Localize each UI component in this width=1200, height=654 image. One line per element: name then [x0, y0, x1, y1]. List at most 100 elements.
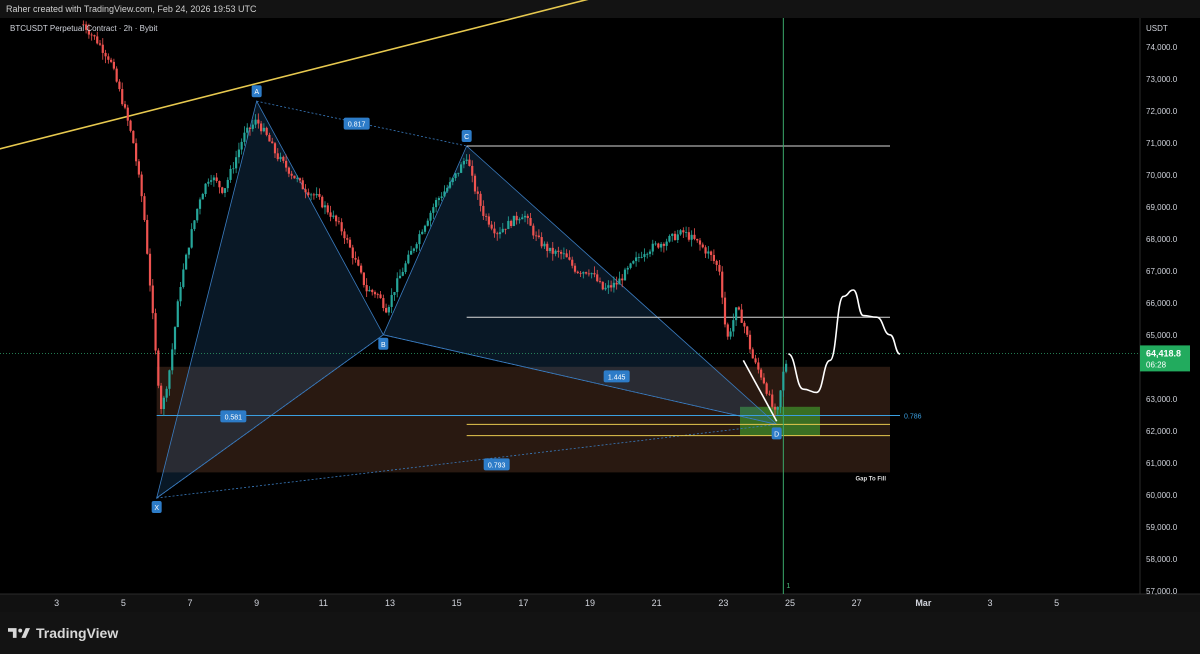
- time-tick-label: 3: [54, 598, 59, 608]
- candle-body: [507, 220, 510, 230]
- candle-body: [260, 123, 263, 132]
- candle-body: [229, 168, 232, 180]
- candle-body: [90, 34, 93, 36]
- time-axis[interactable]: Feb3579111315171921232527Mar35: [0, 598, 1059, 608]
- candle-body: [768, 393, 771, 395]
- candle-body: [448, 182, 452, 188]
- candle-body: [343, 231, 346, 239]
- time-tick-label: 17: [518, 598, 528, 608]
- candle-body: [704, 247, 707, 254]
- candle-body: [760, 369, 763, 378]
- candle-body: [235, 157, 238, 169]
- candle-body: [765, 383, 768, 394]
- candle-body: [646, 253, 649, 255]
- candle-body: [340, 222, 343, 232]
- candle-body: [551, 247, 554, 254]
- level-label: 0.786: [904, 413, 922, 420]
- candle-body: [237, 149, 240, 158]
- candle-body: [423, 225, 427, 232]
- candle-body: [696, 238, 699, 241]
- candle-body: [635, 257, 638, 262]
- candle-body: [190, 229, 193, 248]
- candle-body: [304, 189, 307, 193]
- ratio-label: 0.793: [488, 462, 506, 469]
- candle-body: [490, 224, 493, 229]
- candle-body: [157, 350, 160, 386]
- candle-body: [732, 320, 735, 332]
- candle-body: [740, 309, 743, 323]
- candle-body: [404, 263, 407, 272]
- candle-body: [151, 285, 154, 314]
- candle-body: [371, 289, 374, 293]
- candle-body: [718, 264, 721, 272]
- candle-body: [746, 326, 749, 335]
- bar-countdown-label: 06:28: [1146, 360, 1167, 369]
- candle-body: [587, 273, 590, 275]
- candle-body: [182, 269, 185, 288]
- candle-body: [607, 285, 610, 288]
- time-tick-label: 3: [987, 598, 992, 608]
- last-price-label: 64,418.8: [1146, 348, 1181, 358]
- time-tick-label: Mar: [915, 598, 932, 608]
- candle-body: [273, 143, 277, 154]
- candle-body: [110, 59, 113, 62]
- candle-body: [582, 272, 585, 274]
- time-tick-label: 27: [852, 598, 862, 608]
- candle-body: [460, 164, 463, 173]
- candle-body: [446, 187, 449, 192]
- price-tick-label: 73,000.0: [1146, 75, 1178, 84]
- candle-body: [785, 363, 788, 372]
- price-tick-label: 58,000.0: [1146, 555, 1178, 564]
- candle-body: [254, 119, 257, 125]
- candle-body: [362, 272, 365, 286]
- candle-body: [246, 127, 249, 133]
- candle-body: [329, 212, 332, 217]
- candle-body: [204, 183, 207, 195]
- candle-body: [723, 297, 727, 325]
- candle-body: [665, 241, 668, 246]
- candle-body: [443, 191, 446, 197]
- candle-body: [562, 253, 565, 255]
- candle-body: [504, 228, 507, 230]
- candle-body: [715, 260, 718, 265]
- candle-body: [726, 324, 729, 337]
- price-tick-label: 62,000.0: [1146, 427, 1178, 436]
- ratio-label: 0.817: [348, 122, 366, 129]
- candle-body: [123, 104, 127, 108]
- candle-body: [296, 178, 299, 180]
- candle-body: [421, 231, 424, 235]
- candle-body: [226, 179, 229, 189]
- candle-body: [626, 267, 629, 270]
- candle-body: [298, 178, 302, 181]
- candle-body: [560, 251, 563, 254]
- price-chart[interactable]: Gap To Fill 0.786 1 X A B C D 0.817 0.581 1.445 0…: [0, 0, 1200, 612]
- candle-body: [532, 225, 535, 236]
- candle-body: [287, 167, 290, 174]
- candle-body: [743, 322, 746, 327]
- candle-body: [135, 143, 138, 162]
- candle-body: [310, 194, 313, 196]
- time-tick-label: 9: [254, 598, 259, 608]
- pattern-point-label-a: A: [254, 89, 259, 96]
- candle-body: [751, 349, 754, 359]
- candle-body: [121, 89, 124, 105]
- candle-body: [579, 272, 582, 274]
- zone-label: Gap To Fill: [855, 476, 886, 482]
- candle-body: [373, 292, 377, 295]
- candle-body: [265, 127, 268, 135]
- candle-body: [712, 254, 715, 261]
- price-tick-label: 71,000.0: [1146, 139, 1178, 148]
- candle-body: [596, 274, 599, 282]
- candle-body: [476, 191, 479, 194]
- vertical-marker-label: 1: [786, 583, 790, 590]
- candle-body: [496, 233, 499, 235]
- candle-body: [573, 265, 577, 272]
- pattern-point-label-x: X: [154, 505, 159, 512]
- candle-body: [451, 178, 454, 183]
- tradingview-logo[interactable]: TradingView: [8, 625, 118, 641]
- candle-body: [540, 237, 543, 247]
- candle-body: [268, 134, 271, 142]
- candle-body: [348, 239, 352, 248]
- candle-body: [129, 120, 132, 131]
- candle-body: [554, 250, 557, 254]
